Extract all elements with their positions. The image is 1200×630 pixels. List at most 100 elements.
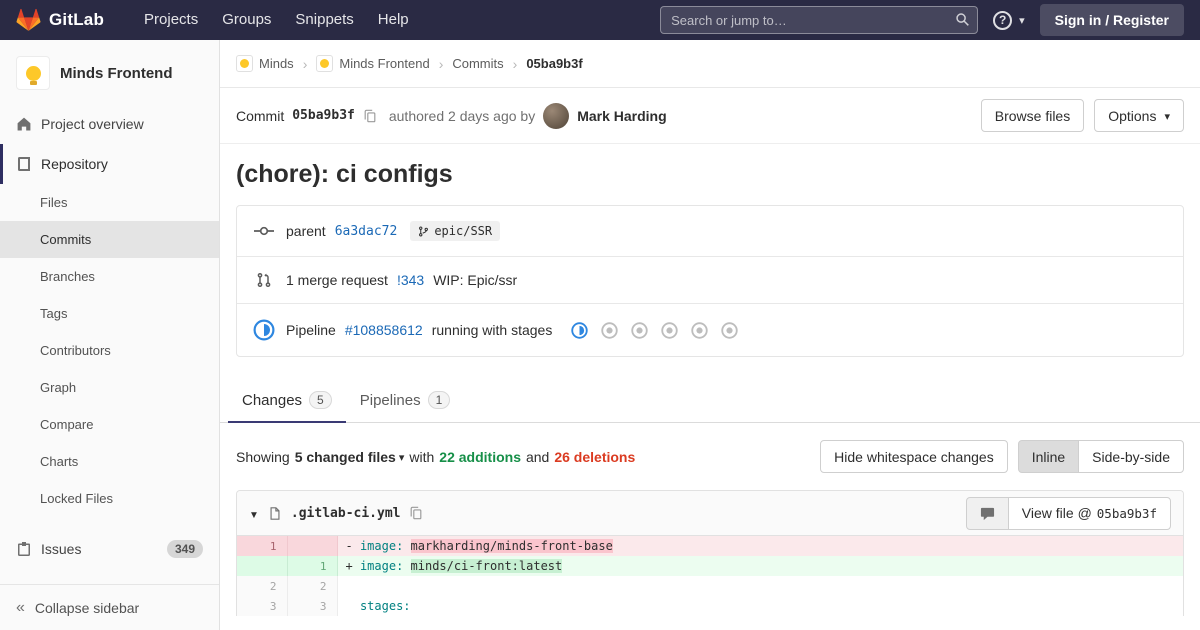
nav-item-snippets[interactable]: Snippets xyxy=(283,0,365,40)
sidebar-item-issues[interactable]: Issues 349 xyxy=(0,529,219,569)
chevron-down-icon xyxy=(1161,108,1170,124)
diff-line-content: - image: markharding/minds-front-base xyxy=(337,536,1183,556)
view-file-button[interactable]: View file @ 05ba9b3f xyxy=(1007,496,1171,530)
sidebar-item-project-overview[interactable]: Project overview xyxy=(0,104,219,144)
merge-request-link[interactable]: !343 xyxy=(397,272,424,288)
changed-files-label: 5 changed files xyxy=(294,448,396,465)
sidebar-item-contributors[interactable]: Contributors xyxy=(0,332,219,369)
author-name[interactable]: Mark Harding xyxy=(577,108,666,124)
new-line-number[interactable] xyxy=(287,536,338,556)
toggle-comments-button[interactable] xyxy=(965,496,1009,530)
diff-prefix: + xyxy=(345,559,360,573)
file-icon xyxy=(268,506,282,521)
search-box xyxy=(660,6,979,34)
tab-pipelines[interactable]: Pipelines 1 xyxy=(346,381,465,422)
chevron-down-icon xyxy=(1016,12,1025,28)
commit-header: Commit 05ba9b3f authored 2 days ago by M… xyxy=(220,88,1200,144)
breadcrumb-label: Minds xyxy=(259,56,294,71)
breadcrumb-item-minds[interactable]: Minds xyxy=(236,55,294,72)
sidebar-item-files[interactable]: Files xyxy=(0,184,219,221)
diff-line-removed: 1 - image: markharding/minds-front-base xyxy=(237,536,1183,556)
added-text: minds/ci-front:latest xyxy=(410,559,563,573)
gitlab-logo[interactable]: GitLab xyxy=(16,8,104,32)
changed-files-dropdown[interactable]: 5 changed files xyxy=(295,449,405,465)
new-line-number[interactable]: 2 xyxy=(287,576,338,596)
pipeline-running-icon[interactable] xyxy=(251,319,277,341)
parent-label: parent xyxy=(286,223,326,239)
pipeline-stage-running-icon[interactable] xyxy=(571,321,589,339)
copy-commit-sha-button[interactable] xyxy=(363,109,377,123)
sidebar-item-locked-files[interactable]: Locked Files xyxy=(0,480,219,517)
breadcrumb-item-minds-frontend[interactable]: Minds Frontend xyxy=(316,55,430,72)
copy-file-path-button[interactable] xyxy=(409,506,423,520)
and-label: and xyxy=(525,448,550,465)
project-avatar xyxy=(316,55,334,72)
sidebar-item-label: Project overview xyxy=(41,116,144,132)
tab-changes[interactable]: Changes 5 xyxy=(228,381,346,423)
help-dropdown[interactable] xyxy=(993,10,1025,30)
commit-label: Commit xyxy=(236,107,285,124)
diff-view-toggle: Inline Side-by-side xyxy=(1017,440,1184,473)
double-chevron-left-icon xyxy=(16,599,25,617)
sidebar-item-compare[interactable]: Compare xyxy=(0,406,219,443)
pipeline-stage-created-icon[interactable] xyxy=(691,321,709,339)
commit-authored-text: authored 2 days ago by xyxy=(388,107,536,124)
options-dropdown-button[interactable]: Options xyxy=(1094,99,1184,132)
comment-icon xyxy=(980,507,994,520)
project-context[interactable]: Minds Frontend xyxy=(0,40,219,104)
project-avatar xyxy=(16,56,50,90)
new-line-number[interactable]: 3 xyxy=(287,596,338,616)
breadcrumb-separator-icon xyxy=(303,56,308,72)
sidebar-item-charts[interactable]: Charts xyxy=(0,443,219,480)
brand-wordmark: GitLab xyxy=(49,10,105,29)
sidebar-item-label: Repository xyxy=(41,156,108,172)
branch-ref-badge[interactable]: epic/SSR xyxy=(410,221,501,241)
old-line-number[interactable]: 1 xyxy=(237,536,288,556)
nav-item-projects[interactable]: Projects xyxy=(132,0,210,40)
view-file-sha: 05ba9b3f xyxy=(1096,505,1157,521)
sidebar-item-branches[interactable]: Branches xyxy=(0,258,219,295)
collapse-diff-icon[interactable] xyxy=(249,505,259,521)
side-by-side-view-button[interactable]: Side-by-side xyxy=(1078,440,1184,473)
pipeline-stage-created-icon[interactable] xyxy=(721,321,739,339)
breadcrumb-separator-icon xyxy=(513,56,518,72)
branch-icon xyxy=(419,226,429,236)
breadcrumb-label: Commits xyxy=(452,56,504,71)
search-input[interactable] xyxy=(660,6,979,34)
diff-file-name[interactable]: .gitlab-ci.yml xyxy=(291,506,401,521)
browse-files-button[interactable]: Browse files xyxy=(980,99,1085,132)
pipeline-mini-graph xyxy=(571,321,739,339)
sign-in-register-button[interactable]: Sign in / Register xyxy=(1039,4,1184,36)
pipeline-id-link[interactable]: #108858612 xyxy=(345,322,423,338)
old-line-number[interactable]: 3 xyxy=(237,596,288,616)
help-icon xyxy=(993,10,1013,30)
collapse-sidebar-button[interactable]: Collapse sidebar xyxy=(0,584,219,630)
new-line-number[interactable]: 1 xyxy=(287,556,338,576)
pipeline-stage-created-icon[interactable] xyxy=(601,321,619,339)
author-avatar[interactable] xyxy=(543,102,570,129)
sidebar-item-graph[interactable]: Graph xyxy=(0,369,219,406)
with-label: with xyxy=(409,448,435,465)
parent-sha-link[interactable]: 6a3dac72 xyxy=(335,224,398,239)
repository-submenu: Files Commits Branches Tags Contributors… xyxy=(0,184,219,517)
pipeline-stage-created-icon[interactable] xyxy=(661,321,679,339)
old-line-number[interactable] xyxy=(237,556,288,576)
nav-item-groups[interactable]: Groups xyxy=(210,0,283,40)
group-avatar xyxy=(236,55,253,72)
pipeline-label: Pipeline xyxy=(286,322,336,338)
pipeline-stage-created-icon[interactable] xyxy=(631,321,649,339)
pipeline-status-text: running with stages xyxy=(431,322,553,338)
hide-whitespace-button[interactable]: Hide whitespace changes xyxy=(820,440,1008,473)
options-label: Options xyxy=(1108,107,1157,124)
nav-item-help[interactable]: Help xyxy=(366,0,421,40)
breadcrumb-item-commits[interactable]: Commits xyxy=(452,56,503,71)
merge-request-count: 1 merge request xyxy=(286,272,388,288)
sidebar-item-tags[interactable]: Tags xyxy=(0,295,219,332)
tab-label: Changes xyxy=(242,391,303,409)
merge-request-icon xyxy=(251,272,277,288)
diff-line-content: + image: minds/ci-front:latest xyxy=(337,556,1183,576)
sidebar-item-repository[interactable]: Repository xyxy=(0,144,219,184)
sidebar-item-commits[interactable]: Commits xyxy=(0,221,219,258)
old-line-number[interactable]: 2 xyxy=(237,576,288,596)
inline-view-button[interactable]: Inline xyxy=(1017,440,1080,473)
